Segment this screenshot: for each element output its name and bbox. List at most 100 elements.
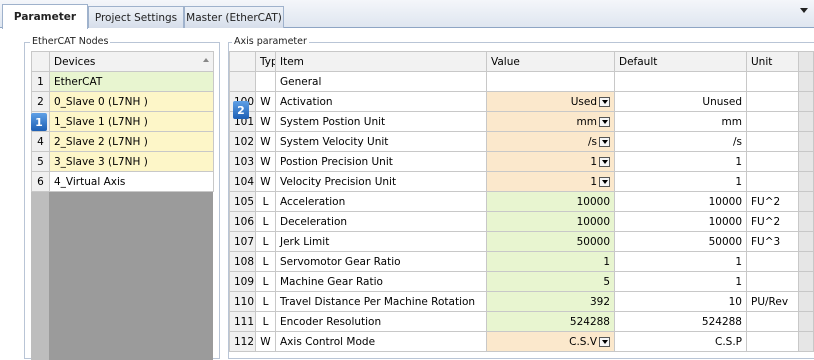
- device-row-number: 5: [31, 151, 50, 172]
- device-row[interactable]: 3 1_Slave 1 (L7NH ): [31, 111, 214, 132]
- device-row[interactable]: 1 EtherCAT: [31, 71, 214, 92]
- device-row[interactable]: 6 4_Virtual Axis: [31, 171, 214, 192]
- parameter-row[interactable]: 101 W System Postion Unit mm mm: [229, 111, 814, 132]
- param-value: 1: [590, 175, 597, 188]
- device-name[interactable]: 1_Slave 1 (L7NH ): [49, 111, 214, 132]
- param-type: W: [255, 171, 276, 192]
- param-default: Unused: [614, 91, 747, 112]
- param-row-number: 109: [229, 271, 256, 292]
- parameter-row[interactable]: 109 L Machine Gear Ratio 5 1: [229, 271, 814, 292]
- dropdown-arrow-icon[interactable]: [599, 156, 610, 167]
- axis-parameter-table: Type Item Value Default Unit General 100…: [229, 51, 814, 352]
- axis-parameter-title: Axis parameter: [232, 36, 309, 48]
- param-value[interactable]: 392: [486, 291, 615, 312]
- param-default: 524288: [614, 311, 747, 332]
- scroll-up-icon[interactable]: [203, 58, 209, 62]
- device-name[interactable]: 3_Slave 3 (L7NH ): [49, 151, 214, 172]
- param-row-number: 110: [229, 291, 256, 312]
- device-row[interactable]: 5 3_Slave 3 (L7NH ): [31, 151, 214, 172]
- param-value-select[interactable]: Used: [486, 91, 615, 112]
- parameter-row[interactable]: 106 L Deceleration 10000 10000 FU^2: [229, 211, 814, 232]
- param-unit: FU^2: [746, 191, 799, 212]
- param-row-number: 102: [229, 131, 256, 152]
- param-item: Axis Control Mode: [275, 331, 487, 352]
- dropdown-arrow-icon[interactable]: [599, 336, 610, 347]
- devices-number-column-empty: [31, 192, 49, 360]
- device-name[interactable]: 0_Slave 0 (L7NH ): [49, 91, 214, 112]
- param-default: 1: [614, 151, 747, 172]
- param-default: 10000: [614, 191, 747, 212]
- param-value[interactable]: 1: [486, 251, 615, 272]
- dropdown-arrow-icon[interactable]: [599, 116, 610, 127]
- param-value[interactable]: 524288: [486, 311, 615, 332]
- parameter-row[interactable]: 102 W System Velocity Unit /s /s: [229, 131, 814, 152]
- param-unit: [746, 111, 799, 132]
- param-row-number: 104: [229, 171, 256, 192]
- parameter-row[interactable]: 112 W Axis Control Mode C.S.V C.S.P: [229, 331, 814, 352]
- devices-header: Devices: [49, 51, 214, 72]
- parameter-row[interactable]: 108 L Servomotor Gear Ratio 1 1: [229, 251, 814, 272]
- param-default: 10: [614, 291, 747, 312]
- param-row-number: 106: [229, 211, 256, 232]
- tab-list-dropdown-icon[interactable]: [800, 8, 808, 13]
- dropdown-arrow-icon[interactable]: [599, 136, 610, 147]
- device-name[interactable]: EtherCAT: [49, 71, 214, 92]
- param-unit: [746, 171, 799, 192]
- row-spacer: [798, 151, 814, 172]
- parameter-row[interactable]: 100 W Activation Used Unused: [229, 91, 814, 112]
- param-value: 1: [590, 155, 597, 168]
- device-row-number: 6: [31, 171, 50, 192]
- param-value-select[interactable]: 1: [486, 151, 615, 172]
- param-type: W: [255, 91, 276, 112]
- parameter-row[interactable]: 105 L Acceleration 10000 10000 FU^2: [229, 191, 814, 212]
- param-unit: [746, 91, 799, 112]
- param-default: 50000: [614, 231, 747, 252]
- param-type: L: [255, 231, 276, 252]
- param-value-select[interactable]: mm: [486, 111, 615, 132]
- dropdown-arrow-icon[interactable]: [599, 96, 610, 107]
- param-default: /s: [614, 131, 747, 152]
- param-unit: FU^3: [746, 231, 799, 252]
- device-name[interactable]: 4_Virtual Axis: [49, 171, 214, 192]
- param-unit: FU^2: [746, 211, 799, 232]
- param-value: [486, 71, 615, 92]
- device-row[interactable]: 2 0_Slave 0 (L7NH ): [31, 91, 214, 112]
- row-spacer: [798, 251, 814, 272]
- param-item: Travel Distance Per Machine Rotation: [275, 291, 487, 312]
- parameter-row[interactable]: 104 W Velocity Precision Unit 1 1: [229, 171, 814, 192]
- device-row-number: 2: [31, 91, 50, 112]
- row-spacer: [798, 191, 814, 212]
- tab-master-ethercat[interactable]: Master (EtherCAT): [184, 6, 284, 28]
- param-type: W: [255, 131, 276, 152]
- tab-parameter[interactable]: Parameter: [2, 4, 88, 29]
- param-value-select[interactable]: C.S.V: [486, 331, 615, 352]
- axis-badge-icon: 2: [233, 101, 249, 119]
- parameter-row[interactable]: 103 W Postion Precision Unit 1 1: [229, 151, 814, 172]
- dropdown-arrow-icon[interactable]: [599, 176, 610, 187]
- tab-project-settings[interactable]: Project Settings: [88, 6, 184, 28]
- param-default: mm: [614, 111, 747, 132]
- default-header: Default: [614, 51, 747, 72]
- param-default: 10000: [614, 211, 747, 232]
- parameter-row[interactable]: 110 L Travel Distance Per Machine Rotati…: [229, 291, 814, 312]
- row-spacer: [798, 331, 814, 352]
- param-item: Postion Precision Unit: [275, 151, 487, 172]
- header-spacer: [798, 51, 814, 72]
- device-name[interactable]: 2_Slave 2 (L7NH ): [49, 131, 214, 152]
- param-value[interactable]: 10000: [486, 191, 615, 212]
- param-value-select[interactable]: 1: [486, 171, 615, 192]
- param-row-number: 111: [229, 311, 256, 332]
- param-value[interactable]: 10000: [486, 211, 615, 232]
- param-value[interactable]: 50000: [486, 231, 615, 252]
- param-row-number: 103: [229, 151, 256, 172]
- parameter-row[interactable]: 107 L Jerk Limit 50000 50000 FU^3: [229, 231, 814, 252]
- param-value-select[interactable]: /s: [486, 131, 615, 152]
- param-type: L: [255, 271, 276, 292]
- device-row[interactable]: 4 2_Slave 2 (L7NH ): [31, 131, 214, 152]
- param-value[interactable]: 5: [486, 271, 615, 292]
- param-value: C.S.V: [569, 335, 597, 348]
- param-type: L: [255, 211, 276, 232]
- parameter-row[interactable]: 111 L Encoder Resolution 524288 524288: [229, 311, 814, 332]
- param-unit: [746, 151, 799, 172]
- param-item: Machine Gear Ratio: [275, 271, 487, 292]
